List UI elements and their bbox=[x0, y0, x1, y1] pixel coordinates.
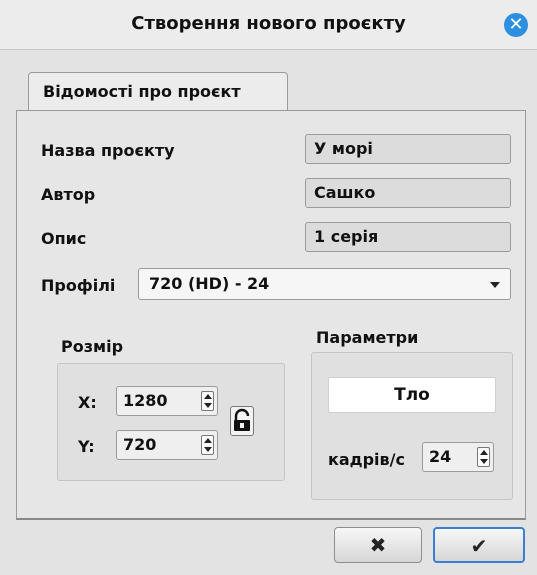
chevron-down-icon bbox=[490, 282, 500, 288]
close-icon[interactable]: ✕ bbox=[504, 13, 528, 37]
height-stepper[interactable] bbox=[201, 435, 214, 455]
author-label: Автор bbox=[41, 185, 96, 204]
tab-project-info[interactable]: Відомості про проєкт bbox=[28, 72, 288, 110]
ok-button[interactable]: ✔ bbox=[433, 527, 525, 563]
project-name-label: Назва проєкту bbox=[41, 141, 175, 160]
width-stepper[interactable] bbox=[201, 391, 214, 411]
author-field[interactable]: Сашко bbox=[305, 178, 511, 208]
chevron-up-icon bbox=[204, 394, 212, 399]
parameters-group-title: Параметри bbox=[316, 328, 419, 347]
width-spinbox[interactable]: 1280 bbox=[116, 386, 218, 416]
lock-icon bbox=[234, 408, 250, 431]
fps-value: 24 bbox=[429, 447, 452, 466]
cancel-icon: ✖ bbox=[369, 533, 387, 557]
y-label: Y: bbox=[78, 437, 95, 456]
chevron-down-icon bbox=[204, 447, 212, 452]
background-button[interactable]: Тло bbox=[328, 377, 496, 413]
chevron-up-icon bbox=[480, 450, 488, 455]
tab-label: Відомості про проєкт bbox=[43, 82, 241, 101]
profiles-label: Профілі bbox=[41, 276, 116, 295]
title-bar: Створення нового проєкту ✕ bbox=[0, 0, 537, 50]
description-field[interactable]: 1 серія bbox=[305, 222, 511, 252]
fps-stepper[interactable] bbox=[477, 447, 490, 467]
tab-panel: Назва проєкту У морі Автор Сашко Опис 1 … bbox=[16, 110, 526, 520]
fps-label: кадрів/с bbox=[328, 450, 405, 469]
chevron-down-icon bbox=[204, 403, 212, 408]
dialog-body: Відомості про проєкт Назва проєкту У мор… bbox=[16, 66, 526, 520]
x-label: X: bbox=[78, 393, 97, 412]
profiles-select-value: 720 (HD) - 24 bbox=[149, 274, 270, 293]
size-group-title: Розмір bbox=[61, 337, 124, 356]
aspect-lock-button[interactable] bbox=[230, 406, 254, 436]
checkmark-icon: ✔ bbox=[470, 534, 488, 558]
size-group: X: 1280 Y: 720 bbox=[57, 363, 285, 481]
parameters-group: Тло кадрів/с 24 bbox=[311, 352, 513, 500]
height-value: 720 bbox=[123, 435, 157, 454]
chevron-up-icon bbox=[204, 438, 212, 443]
cancel-button[interactable]: ✖ bbox=[334, 527, 422, 563]
window-title: Створення нового проєкту bbox=[131, 13, 406, 34]
height-spinbox[interactable]: 720 bbox=[116, 430, 218, 460]
description-label: Опис bbox=[41, 229, 87, 248]
fps-spinbox[interactable]: 24 bbox=[422, 442, 494, 472]
project-name-field[interactable]: У морі bbox=[305, 134, 511, 164]
profiles-select[interactable]: 720 (HD) - 24 bbox=[138, 268, 511, 300]
chevron-down-icon bbox=[480, 459, 488, 464]
width-value: 1280 bbox=[123, 391, 168, 410]
